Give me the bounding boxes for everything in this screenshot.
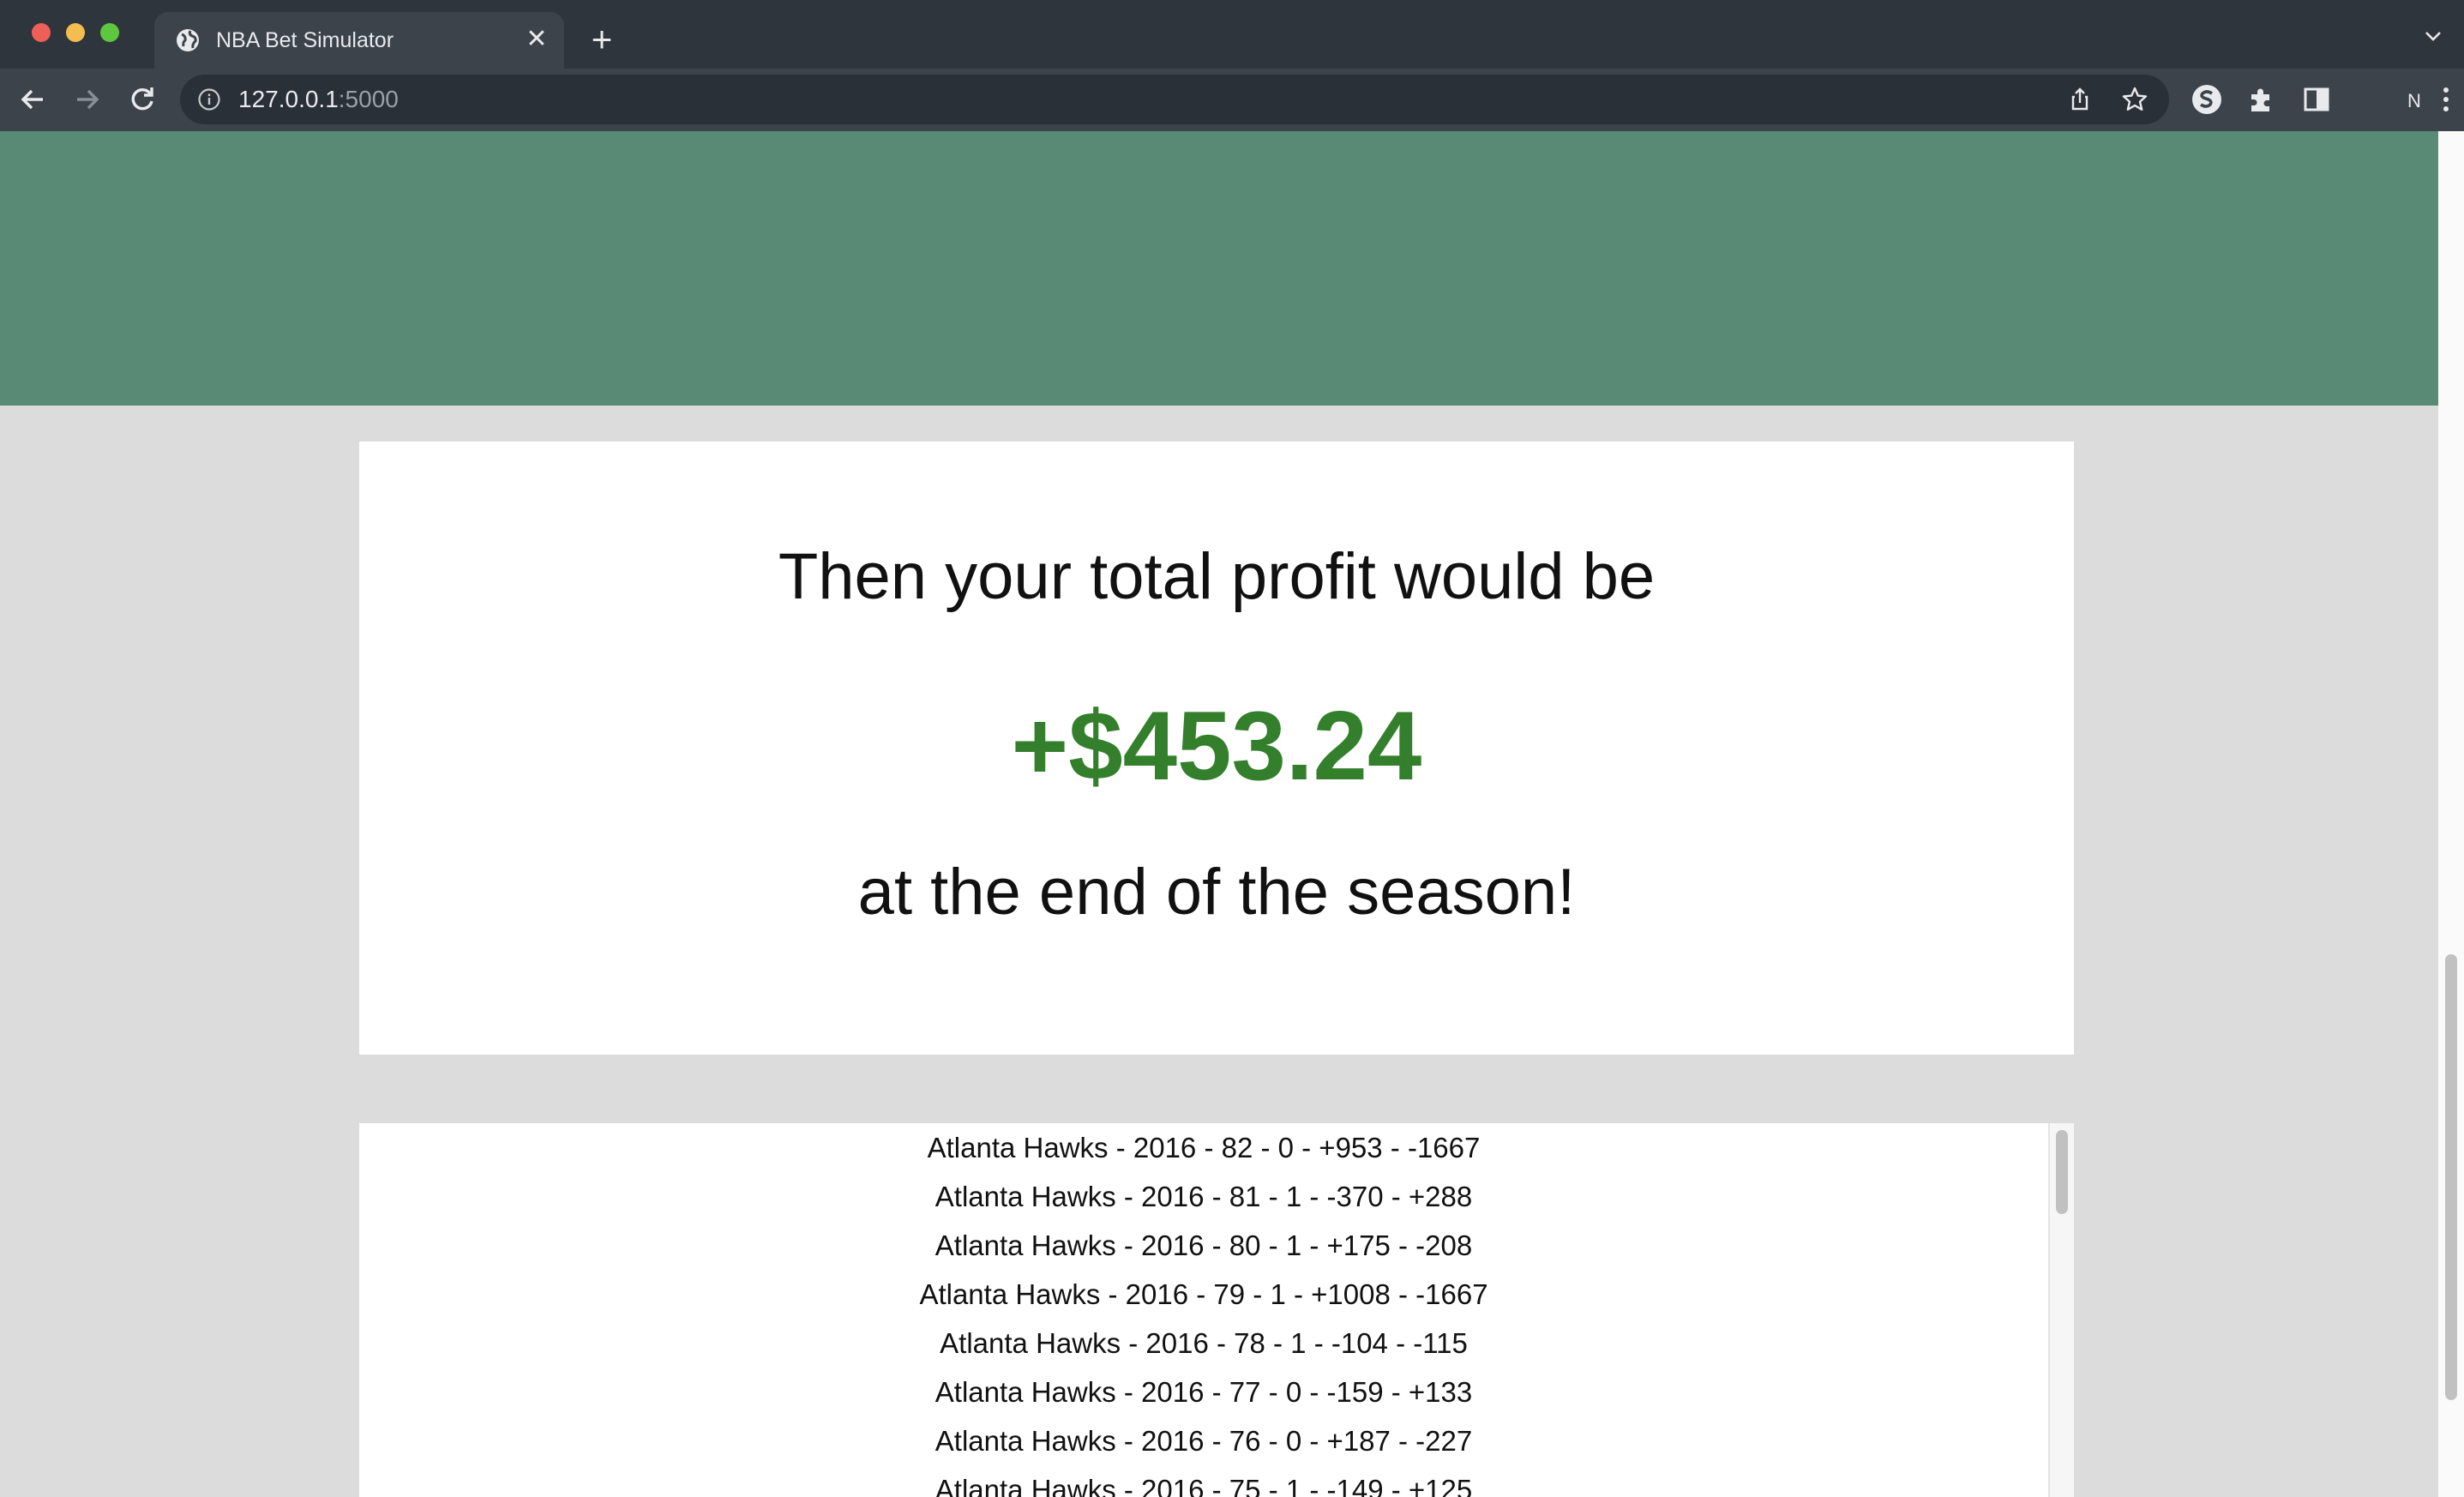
extensions-puzzle-icon[interactable] [2246,84,2277,115]
browser-tab-active[interactable]: NBA Bet Simulator ✕ [154,12,564,69]
back-arrow-icon[interactable] [14,81,51,118]
share-icon[interactable] [2066,86,2094,113]
games-list-box[interactable]: Atlanta Hawks - 2016 - 82 - 0 - +953 - -… [359,1123,2074,1497]
hero-banner [0,131,2438,406]
page-scrollbar-thumb[interactable] [2445,954,2457,1400]
result-intro-text: Then your total profit would be [778,540,1656,613]
game-row: Atlanta Hawks - 2016 - 81 - 1 - -370 - +… [935,1181,1473,1212]
close-window-button[interactable] [32,23,51,42]
url-text[interactable]: 127.0.0.1:5000 [238,85,399,114]
new-tab-button[interactable]: + [583,21,621,58]
game-row: Atlanta Hawks - 2016 - 76 - 0 - +187 - -… [935,1425,1473,1457]
bookmark-star-icon[interactable] [2121,86,2148,113]
minimize-window-button[interactable] [66,23,85,42]
chevron-down-icon[interactable] [2423,26,2443,46]
url-port: :5000 [338,86,399,112]
page-viewport: Then your total profit would be +$453.24… [0,131,2464,1497]
game-row: Atlanta Hawks - 2016 - 77 - 0 - -159 - +… [935,1376,1473,1408]
kebab-menu-icon[interactable] [2440,84,2452,115]
globe-icon [177,29,199,51]
browser-toolbar: 127.0.0.1:5000 N [0,69,2464,131]
game-row: Atlanta Hawks - 2016 - 75 - 1 - -149 - +… [935,1474,1473,1497]
game-row: Atlanta Hawks - 2016 - 78 - 1 - -104 - -… [940,1327,1468,1359]
tab-close-icon[interactable]: ✕ [521,24,552,55]
page-scrollbar[interactable] [2438,131,2464,1497]
reload-icon[interactable] [123,81,161,118]
game-row: Atlanta Hawks - 2016 - 82 - 0 - +953 - -… [927,1132,1481,1163]
profit-amount: +$453.24 [1011,692,1422,801]
info-icon[interactable] [197,87,221,111]
address-bar[interactable]: 127.0.0.1:5000 [180,75,2169,124]
game-row: Atlanta Hawks - 2016 - 79 - 1 - +1008 - … [919,1278,1488,1310]
url-host: 127.0.0.1 [238,86,339,112]
browser-tab-bar: NBA Bet Simulator ✕ + [0,0,2464,69]
profit-result-card: Then your total profit would be +$453.24… [359,442,2074,1055]
games-list: Atlanta Hawks - 2016 - 82 - 0 - +953 - -… [359,1123,2048,1497]
tab-title: NBA Bet Simulator [216,28,394,52]
extension-s-icon[interactable] [2191,84,2222,115]
games-list-scrollbar-thumb[interactable] [2056,1130,2068,1214]
side-panel-icon[interactable] [2301,84,2332,115]
games-list-scrollbar[interactable] [2048,1123,2074,1497]
maximize-window-button[interactable] [100,23,119,42]
result-outro-text: at the end of the season! [857,856,1576,929]
forward-arrow-icon[interactable] [69,81,106,118]
profile-avatar[interactable]: N [2399,86,2430,117]
game-row: Atlanta Hawks - 2016 - 80 - 1 - +175 - -… [935,1229,1473,1261]
